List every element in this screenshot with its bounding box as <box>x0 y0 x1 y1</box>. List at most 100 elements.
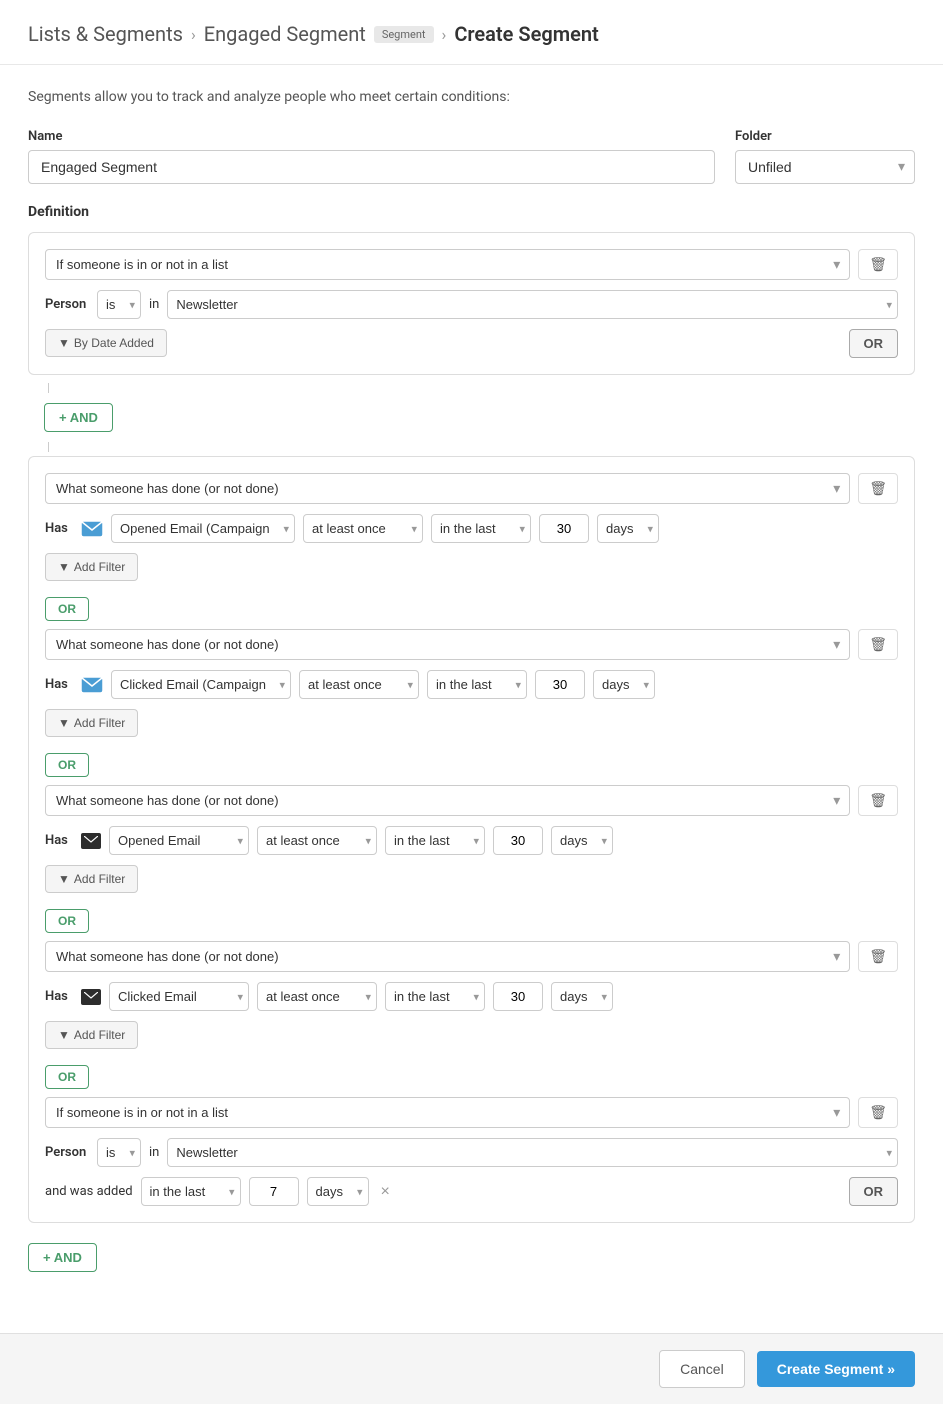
sub-block1-freq-select[interactable]: at least once <box>303 514 423 543</box>
trash-icon-1: 🗑 <box>869 256 887 272</box>
campaign-email-icon-2 <box>81 676 103 694</box>
sub-block4-type-select[interactable]: What someone has done (or not done) <box>45 941 850 972</box>
sub-block4-action-select[interactable]: Clicked Email <box>109 982 249 1011</box>
or-separator-3: OR <box>45 901 898 933</box>
filter-icon-sb1: ▼ <box>58 560 70 574</box>
or-btn-3[interactable]: OR <box>45 909 89 933</box>
sub-block-5: If someone is in or not in a list 🗑 Pers… <box>45 1097 898 1206</box>
footer-actions: Cancel Create Segment » <box>0 1333 943 1404</box>
sub-block3-add-filter-btn[interactable]: ▼ Add Filter <box>45 865 138 893</box>
name-label: Name <box>28 129 715 144</box>
condition-block-1: If someone is in or not in a list 🗑 Pers… <box>28 232 915 375</box>
direct-email-icon-1 <box>81 833 101 849</box>
sub-block3-delete-btn[interactable]: 🗑 <box>858 785 898 816</box>
breadcrumb-lists-segments[interactable]: Lists & Segments <box>28 22 183 46</box>
and-btn-1[interactable]: + AND <box>44 403 113 432</box>
sub-block1-delete-btn[interactable]: 🗑 <box>858 473 898 504</box>
sub-block1-value-input[interactable] <box>539 514 589 543</box>
breadcrumb-badge: Segment <box>374 26 434 43</box>
sub-block1-add-filter-btn[interactable]: ▼ Add Filter <box>45 553 138 581</box>
or-btn-1[interactable]: OR <box>45 597 89 621</box>
block1-list-select[interactable]: Newsletter <box>167 290 898 319</box>
trash-icon-sb2: 🗑 <box>869 636 887 652</box>
and-btn-2[interactable]: + AND <box>28 1243 97 1272</box>
trash-icon-sb3: 🗑 <box>869 792 887 808</box>
trash-icon-sb4: 🗑 <box>869 948 887 964</box>
sub-block3-action-select[interactable]: Opened Email <box>109 826 249 855</box>
sub-block4-freq-select[interactable]: at least once <box>257 982 377 1011</box>
by-date-added-label: By Date Added <box>74 336 154 350</box>
in-label-5: in <box>149 1145 159 1160</box>
sub-block5-or-btn[interactable]: OR <box>849 1177 899 1206</box>
sub-block2-value-input[interactable] <box>535 670 585 699</box>
sub-block4-add-filter-btn[interactable]: ▼ Add Filter <box>45 1021 138 1049</box>
sub-block3-value-input[interactable] <box>493 826 543 855</box>
sub-block4-value-input[interactable] <box>493 982 543 1011</box>
sub-block3-type-select[interactable]: What someone has done (or not done) <box>45 785 850 816</box>
breadcrumb-chevron-1: › <box>191 25 196 44</box>
cancel-button[interactable]: Cancel <box>659 1350 745 1388</box>
name-input[interactable] <box>28 150 715 184</box>
has-label-4: Has <box>45 989 73 1004</box>
breadcrumb-chevron-2: › <box>442 25 447 44</box>
sub-block2-action-select[interactable]: Clicked Email (Campaign <box>111 670 291 699</box>
sub-block-1: What someone has done (or not done) 🗑 Ha… <box>45 473 898 581</box>
page-title: Create Segment <box>454 22 598 46</box>
filter-icon-sb3: ▼ <box>58 872 70 886</box>
sub-block5-days-unit-select[interactable]: days <box>307 1177 369 1206</box>
condition-group-block: What someone has done (or not done) 🗑 Ha… <box>28 456 915 1223</box>
or-separator-4: OR <box>45 1057 898 1089</box>
breadcrumb: Lists & Segments › Engaged Segment Segme… <box>0 0 943 65</box>
sub-block2-freq-select[interactable]: at least once <box>299 670 419 699</box>
sub-block-4: What someone has done (or not done) 🗑 Ha… <box>45 941 898 1049</box>
sub-block5-in-the-last-select[interactable]: in the last <box>141 1177 241 1206</box>
in-label-1: in <box>149 297 159 312</box>
sub-block1-time-select[interactable]: in the last <box>431 514 531 543</box>
sub-block3-freq-select[interactable]: at least once <box>257 826 377 855</box>
sub-block4-unit-select[interactable]: days <box>551 982 613 1011</box>
trash-icon-sb1: 🗑 <box>869 480 887 496</box>
block1-by-date-btn[interactable]: ▼ By Date Added <box>45 329 167 357</box>
sub-block5-days-input[interactable] <box>249 1177 299 1206</box>
sub-block5-clear-btn[interactable]: × <box>377 1181 394 1203</box>
sub-block5-delete-btn[interactable]: 🗑 <box>858 1097 898 1128</box>
sub-block-3: What someone has done (or not done) 🗑 Ha… <box>45 785 898 893</box>
sub-block2-unit-select[interactable]: days <box>593 670 655 699</box>
sub-block5-list-select[interactable]: Newsletter <box>167 1138 898 1167</box>
sub-block-2: What someone has done (or not done) 🗑 Ha… <box>45 629 898 737</box>
has-label-2: Has <box>45 677 73 692</box>
or-btn-4[interactable]: OR <box>45 1065 89 1089</box>
add-filter-label-4: Add Filter <box>74 1028 125 1042</box>
sub-block2-type-select[interactable]: What someone has done (or not done) <box>45 629 850 660</box>
create-segment-button[interactable]: Create Segment » <box>757 1351 915 1387</box>
and-was-added-label: and was added <box>45 1184 133 1199</box>
campaign-email-icon-1 <box>81 520 103 538</box>
sub-block2-time-select[interactable]: in the last <box>427 670 527 699</box>
sub-block3-time-select[interactable]: in the last <box>385 826 485 855</box>
sub-block1-unit-select[interactable]: days <box>597 514 659 543</box>
sub-block1-type-select[interactable]: What someone has done (or not done) <box>45 473 850 504</box>
direct-email-icon-2 <box>81 989 101 1005</box>
or-btn-2[interactable]: OR <box>45 753 89 777</box>
sub-block2-delete-btn[interactable]: 🗑 <box>858 629 898 660</box>
sub-block1-action-select[interactable]: Opened Email (Campaign <box>111 514 295 543</box>
block1-delete-btn[interactable]: 🗑 <box>858 249 898 280</box>
add-filter-label-3: Add Filter <box>74 872 125 886</box>
sub-block2-add-filter-btn[interactable]: ▼ Add Filter <box>45 709 138 737</box>
breadcrumb-engaged-segment[interactable]: Engaged Segment <box>204 22 366 46</box>
has-label-1: Has <box>45 521 73 536</box>
add-filter-label-1: Add Filter <box>74 560 125 574</box>
folder-select[interactable]: Unfiled <box>735 150 915 184</box>
sub-block5-is-select[interactable]: is <box>97 1138 141 1167</box>
block1-type-select[interactable]: If someone is in or not in a list <box>45 249 850 280</box>
filter-icon-1: ▼ <box>58 336 70 350</box>
block1-is-select[interactable]: is <box>97 290 141 319</box>
add-filter-label-2: Add Filter <box>74 716 125 730</box>
sub-block5-type-select[interactable]: If someone is in or not in a list <box>45 1097 850 1128</box>
trash-icon-sb5: 🗑 <box>869 1104 887 1120</box>
sub-block3-unit-select[interactable]: days <box>551 826 613 855</box>
filter-icon-sb4: ▼ <box>58 1028 70 1042</box>
sub-block4-delete-btn[interactable]: 🗑 <box>858 941 898 972</box>
sub-block4-time-select[interactable]: in the last <box>385 982 485 1011</box>
block1-or-btn[interactable]: OR <box>849 329 899 358</box>
